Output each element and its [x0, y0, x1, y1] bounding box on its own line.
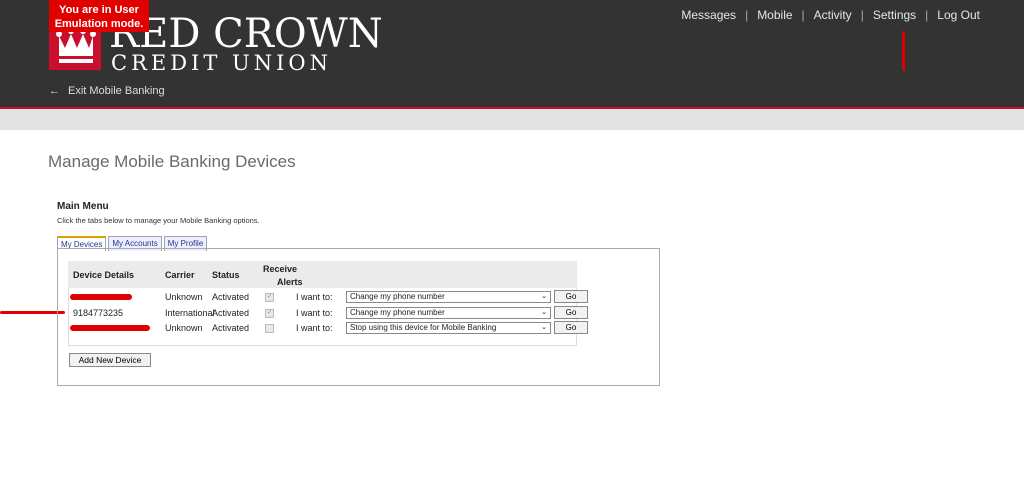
device-number: 9184773235	[73, 308, 124, 318]
chevron-down-icon: ⌄	[541, 309, 547, 316]
table-header	[68, 261, 577, 288]
nav-messages[interactable]: Messages	[681, 8, 736, 22]
action-prompt: I want to:	[296, 323, 333, 333]
add-new-device-button[interactable]: Add New Device	[69, 353, 151, 367]
receive-alerts-checkbox[interactable]: ✓	[265, 309, 274, 318]
carrier-cell: Unknown	[165, 323, 203, 333]
section-title: Main Menu	[57, 201, 109, 212]
nav-activity[interactable]: Activity	[814, 8, 852, 22]
header-receive: Receive	[263, 264, 298, 274]
chevron-down-icon: ⌄	[541, 293, 547, 300]
exit-label: Exit Mobile Banking	[68, 85, 165, 97]
go-button[interactable]: Go	[554, 306, 588, 319]
chevron-down-icon: ⌄	[541, 324, 547, 331]
go-button[interactable]: Go	[554, 321, 588, 334]
receive-alerts-checkbox[interactable]: ✓	[265, 293, 274, 302]
carrier-cell: International	[165, 308, 215, 318]
receive-alerts-checkbox[interactable]	[265, 324, 274, 333]
subheader-bar	[0, 109, 1024, 130]
action-select[interactable]: Stop using this device for Mobile Bankin…	[346, 322, 551, 334]
action-value: Stop using this device for Mobile Bankin…	[350, 323, 497, 332]
nav-separator: |	[925, 8, 929, 22]
exit-mobile-banking-link[interactable]: ← Exit Mobile Banking	[49, 85, 165, 97]
status-cell: Activated	[212, 292, 250, 302]
nav-mobile[interactable]: Mobile	[757, 8, 792, 22]
action-select[interactable]: Change my phone number ⌄	[346, 291, 551, 303]
redacted-device	[70, 325, 150, 331]
header-alerts: Alerts	[277, 277, 303, 287]
nav-separator: |	[801, 8, 805, 22]
nav-separator: |	[860, 8, 864, 22]
action-value: Change my phone number	[350, 308, 445, 317]
go-button[interactable]: Go	[554, 290, 588, 303]
top-nav: Messages | Mobile | Activity | Settings …	[681, 8, 980, 22]
action-select[interactable]: Change my phone number ⌄	[346, 307, 551, 319]
redacted-device	[70, 294, 132, 300]
emulation-badge: You are in User Emulation mode.	[49, 0, 149, 32]
nav-logout[interactable]: Log Out	[937, 8, 980, 22]
nav-settings[interactable]: Settings	[873, 8, 916, 22]
annotation-mark	[0, 311, 65, 314]
instructions-text: Click the tabs below to manage your Mobi…	[57, 216, 260, 225]
carrier-cell: Unknown	[165, 292, 203, 302]
brand-name: RED CROWN	[109, 11, 383, 57]
header-device-details: Device Details	[73, 270, 135, 280]
nav-separator: |	[745, 8, 749, 22]
status-cell: Activated	[212, 308, 250, 318]
action-prompt: I want to:	[296, 308, 333, 318]
page-title: Manage Mobile Banking Devices	[48, 152, 296, 171]
header-status: Status	[212, 270, 240, 280]
brand-subtitle: CREDIT UNION	[111, 51, 332, 75]
header-carrier: Carrier	[165, 270, 195, 280]
action-value: Change my phone number	[350, 292, 445, 301]
annotation-mark	[902, 31, 905, 71]
action-prompt: I want to:	[296, 292, 333, 302]
arrow-left-icon: ←	[49, 85, 60, 97]
status-cell: Activated	[212, 323, 250, 333]
